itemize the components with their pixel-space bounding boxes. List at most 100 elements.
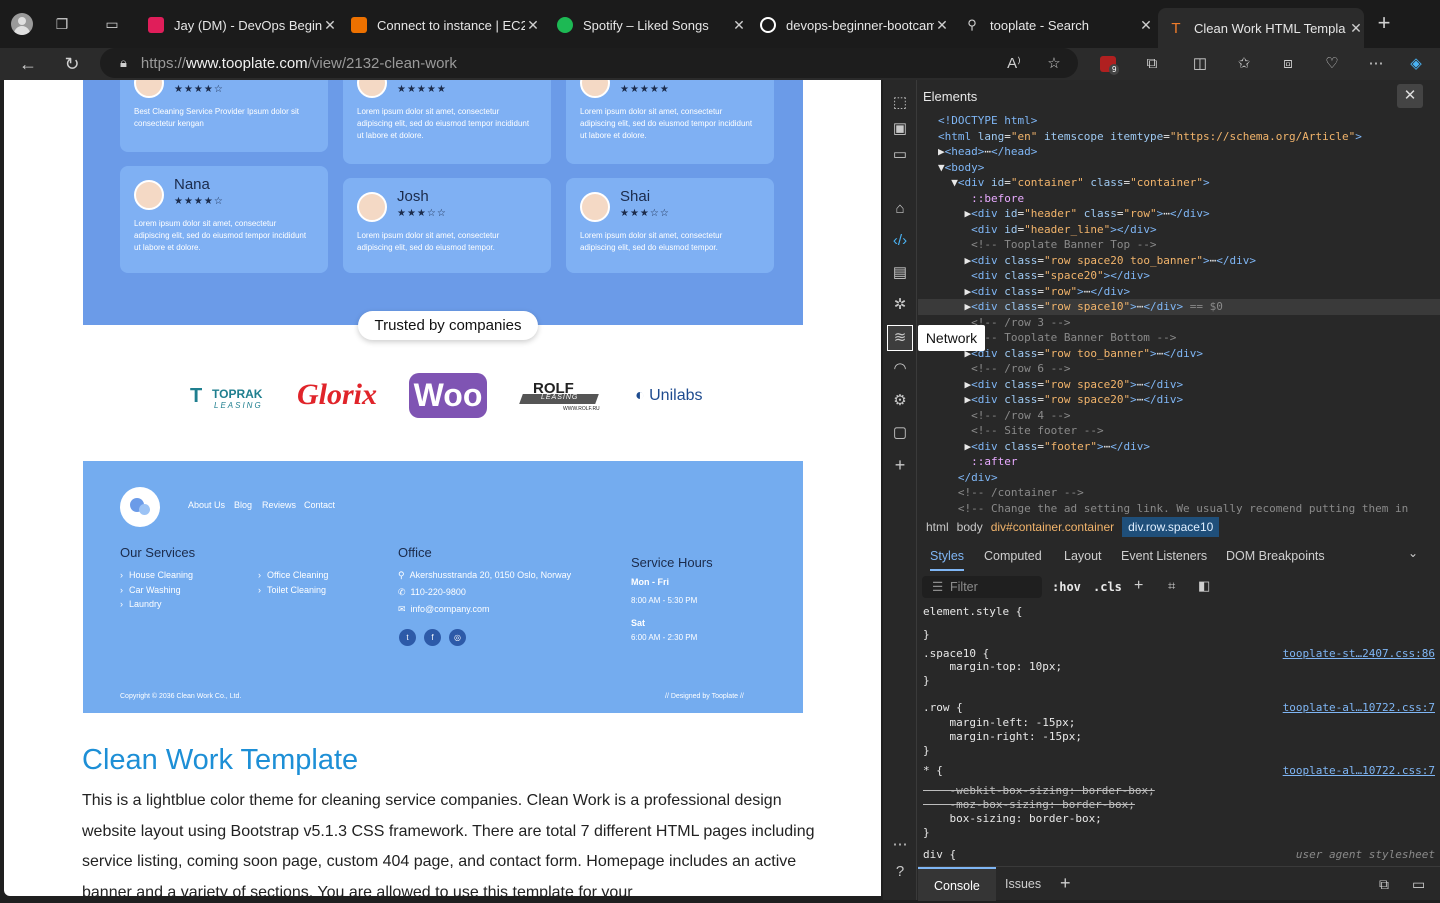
- styles-subtab[interactable]: Layout: [1064, 549, 1102, 563]
- hov-toggle[interactable]: :hov: [1052, 580, 1081, 594]
- service-link[interactable]: › House Cleaning: [120, 570, 193, 580]
- dom-node-line[interactable]: <!-- /container -->: [938, 485, 1084, 501]
- favorites-icon[interactable]: ✩: [1232, 52, 1256, 76]
- browser-tab-6[interactable]: T Clean Work HTML Templa ✕: [1158, 8, 1364, 48]
- service-link[interactable]: › Toilet Cleaning: [258, 585, 326, 595]
- style-source-link[interactable]: user agent stylesheet: [1296, 848, 1435, 861]
- devtools-more-icon[interactable]: ⋯: [890, 835, 910, 855]
- style-rule-line[interactable]: * {: [923, 764, 943, 778]
- style-source-link[interactable]: tooplate-al…10722.css:7: [1283, 764, 1435, 777]
- split-screen-icon[interactable]: ◫: [1188, 52, 1212, 76]
- style-rule-line[interactable]: -webkit-box-sizing: border-box;: [923, 784, 1154, 798]
- new-style-rule-icon[interactable]: +: [1134, 577, 1143, 595]
- facebook-icon[interactable]: f: [424, 629, 441, 646]
- dom-node-line[interactable]: </div>: [938, 470, 998, 486]
- drawer-tab[interactable]: Issues: [989, 867, 1057, 901]
- footer-nav-link[interactable]: Blog: [234, 500, 252, 510]
- designed-by-link[interactable]: // Designed by Tooplate //: [665, 693, 744, 700]
- styles-subtab[interactable]: Computed: [984, 549, 1042, 563]
- address-bar[interactable]: 🔒︎ https://www.tooplate.com/view/2132-cl…: [100, 48, 1078, 78]
- back-button[interactable]: ←: [16, 52, 40, 76]
- styles-subtab[interactable]: Styles: [930, 549, 965, 571]
- styles-subtab[interactable]: DOM Breakpoints: [1226, 549, 1325, 563]
- style-rule-line[interactable]: box-sizing: border-box;: [923, 812, 1101, 826]
- browser-tab-1[interactable]: Jay (DM) - DevOps Beginne ✕: [138, 9, 338, 41]
- element-state-icon[interactable]: ⌗: [1168, 578, 1175, 594]
- dom-node-line[interactable]: ▶<div class="row space20">⋯</div>: [938, 392, 1183, 408]
- footer-nav-link[interactable]: Contact: [304, 500, 335, 510]
- browser-essentials-icon[interactable]: ♡: [1320, 52, 1344, 76]
- tab-actions-icon[interactable]: ▭: [101, 13, 123, 35]
- dom-node-line[interactable]: ::after: [938, 454, 1017, 470]
- application-tool-icon[interactable]: ▢: [890, 423, 910, 443]
- style-rule-line[interactable]: }: [923, 674, 930, 688]
- undock-drawer-icon[interactable]: ⧉: [1379, 876, 1389, 893]
- service-link[interactable]: › Laundry: [120, 599, 162, 609]
- console-tool-icon[interactable]: ▤: [890, 263, 910, 283]
- dom-node-line[interactable]: <div id="header_line"></div>: [938, 222, 1156, 238]
- styles-subtab[interactable]: Event Listeners: [1121, 549, 1207, 563]
- memory-tool-icon[interactable]: ⚙: [890, 391, 910, 411]
- breadcrumb-item[interactable]: div#container.container: [991, 520, 1114, 534]
- browser-tab-5[interactable]: ⚲ tooplate - Search ✕: [954, 9, 1154, 41]
- style-rule-line[interactable]: }: [923, 826, 930, 840]
- copilot-icon[interactable]: ◈: [1404, 52, 1428, 76]
- computed-sidebar-icon[interactable]: ◧: [1198, 578, 1210, 594]
- collapse-chevron-icon[interactable]: ⌄: [1408, 546, 1418, 560]
- style-rule-line[interactable]: margin-top: 10px;: [923, 660, 1062, 674]
- sources-debug-icon[interactable]: ✲: [890, 295, 910, 315]
- dom-node-line[interactable]: ::before: [938, 191, 1024, 207]
- read-aloud-icon[interactable]: A⁾: [1002, 52, 1026, 76]
- twitter-icon[interactable]: t: [399, 629, 416, 646]
- style-source-link[interactable]: tooplate-al…10722.css:7: [1283, 701, 1435, 714]
- favorite-star-icon[interactable]: ☆: [1042, 52, 1066, 76]
- close-tab-icon[interactable]: ✕: [1348, 20, 1364, 37]
- style-rule-line[interactable]: margin-left: -15px;: [923, 716, 1075, 730]
- device-emulation-icon[interactable]: ▣: [890, 119, 910, 139]
- browser-tab-3[interactable]: Spotify – Liked Songs ✕: [547, 9, 747, 41]
- style-rule-line[interactable]: margin-right: -15px;: [923, 730, 1081, 744]
- breadcrumb-item[interactable]: div.row.space10: [1122, 517, 1220, 537]
- browser-tab-2[interactable]: Connect to instance | EC2 ✕: [341, 9, 541, 41]
- service-link[interactable]: › Office Cleaning: [258, 570, 328, 580]
- dom-node-line[interactable]: <html lang="en" itemscope itemtype="http…: [938, 129, 1362, 145]
- dom-node-line[interactable]: <!-- Change the ad setting link. We usua…: [938, 501, 1408, 517]
- drawer-tab[interactable]: Console: [918, 867, 996, 901]
- dom-node-line[interactable]: <!-- /row 6 -->: [938, 361, 1070, 377]
- dom-node-line[interactable]: ▶<div class="row space10">⋯</div> == $0: [918, 299, 1440, 315]
- style-rule-line[interactable]: element.style {: [923, 605, 1022, 619]
- profile-avatar[interactable]: [11, 13, 33, 35]
- dock-icon[interactable]: ▭: [890, 145, 910, 165]
- collections-icon[interactable]: ⧈: [1276, 52, 1300, 76]
- breadcrumb-item[interactable]: body: [957, 520, 983, 534]
- dom-node-line[interactable]: ▶<div class="footer">⋯</div>: [938, 439, 1150, 455]
- footer-nav-link[interactable]: About Us: [188, 500, 225, 510]
- close-tab-icon[interactable]: ✕: [322, 17, 338, 34]
- dom-node-line[interactable]: ▶<div class="row">⋯</div>: [938, 284, 1130, 300]
- more-menu-icon[interactable]: ⋯: [1364, 52, 1388, 76]
- more-tools-icon[interactable]: +: [890, 455, 910, 475]
- email-link[interactable]: ✉ info@company.com: [398, 604, 490, 615]
- style-rule-line[interactable]: }: [923, 628, 930, 642]
- close-tab-icon[interactable]: ✕: [731, 17, 747, 34]
- close-devtools-icon[interactable]: ✕: [1397, 84, 1423, 108]
- ublock-extension-icon[interactable]: 9: [1096, 52, 1120, 76]
- dom-node-line[interactable]: ▼<body>: [938, 160, 984, 176]
- dom-node-line[interactable]: <div class="space20"></div>: [938, 268, 1150, 284]
- browser-tab-4[interactable]: devops-beginner-bootcam ✕: [750, 9, 950, 41]
- elements-tool-icon[interactable]: ‹/›: [890, 231, 910, 251]
- dom-node-line[interactable]: ▶<div class="row space20 too_banner">⋯</…: [938, 253, 1255, 269]
- style-source-link[interactable]: tooplate-st…2407.css:86: [1283, 647, 1435, 660]
- performance-tool-icon[interactable]: ◠: [890, 359, 910, 379]
- network-tool-icon[interactable]: ≋: [887, 325, 913, 351]
- dom-node-line[interactable]: <!DOCTYPE html>: [938, 113, 1037, 129]
- dom-node-line[interactable]: <!-- Tooplate Banner Top -->: [938, 237, 1156, 253]
- close-tab-icon[interactable]: ✕: [525, 17, 541, 34]
- cls-toggle[interactable]: .cls: [1093, 580, 1122, 594]
- dom-node-line[interactable]: ▼<div id="container" class="container">: [938, 175, 1209, 191]
- style-rule-line[interactable]: div {: [923, 848, 956, 862]
- styles-filter-input[interactable]: ☰ Filter: [922, 576, 1042, 598]
- dom-node-line[interactable]: ▶<div id="header" class="row">⋯</div>: [938, 206, 1209, 222]
- refresh-button[interactable]: ↻: [60, 52, 84, 76]
- breadcrumb-item[interactable]: html: [926, 520, 949, 534]
